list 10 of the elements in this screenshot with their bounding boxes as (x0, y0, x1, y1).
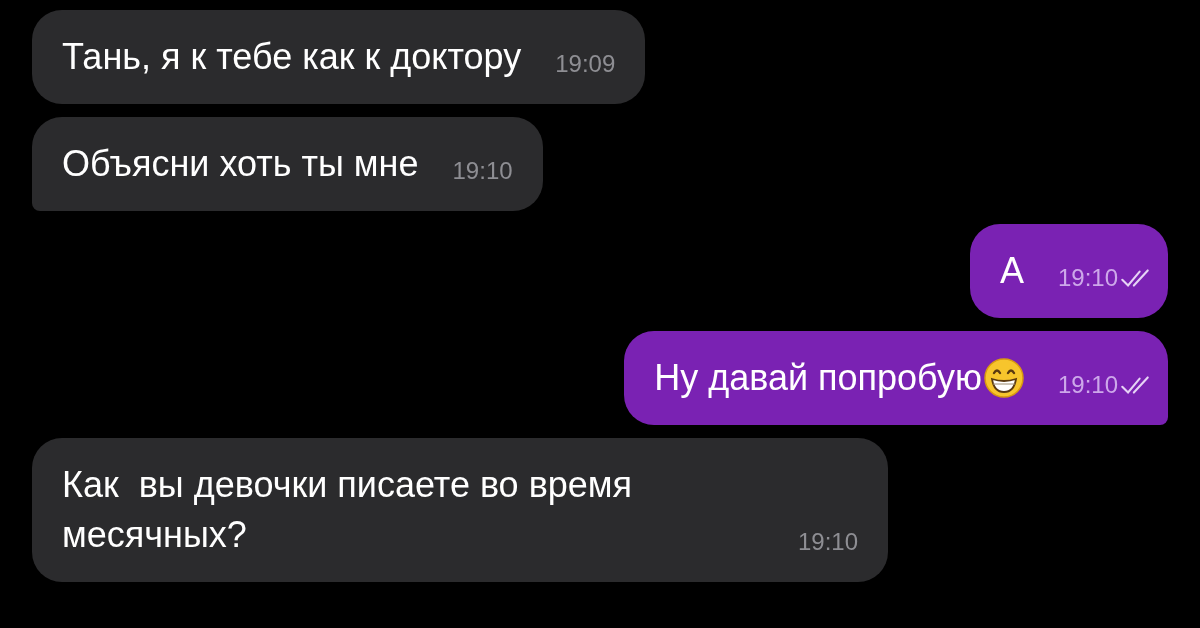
message-text: Ну давай попробую (654, 356, 982, 400)
message-text: А (999, 249, 1024, 293)
message-text: Тань, я к тебе как к доктору (62, 35, 522, 79)
message-time: 19:09 (555, 50, 616, 78)
message-time: 19:10 (1057, 264, 1118, 292)
message-text: Как вы девочки писаете во время месячных? (62, 463, 634, 557)
message-text: Объясни хоть ты мне (62, 142, 419, 186)
message-time: 19:10 (452, 157, 513, 185)
message-time: 19:10 (797, 528, 858, 556)
message-time: 19:10 (1057, 371, 1118, 399)
